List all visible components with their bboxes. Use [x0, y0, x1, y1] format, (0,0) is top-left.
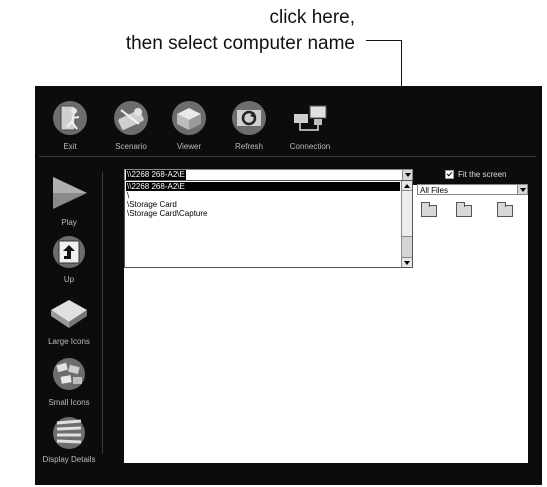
scroll-up-icon[interactable] — [402, 181, 412, 191]
fit-screen-label: Fit the screen — [458, 170, 507, 179]
path-option[interactable]: \ — [126, 191, 400, 200]
dropdown-scrollbar[interactable] — [401, 181, 412, 267]
sidebar-small-icons-label: Small Icons — [48, 398, 90, 407]
toolbar-connection-button[interactable]: Connection — [275, 86, 345, 156]
path-combobox-value: \\2268 268-A2\E — [126, 170, 186, 180]
annotation-line-2: then select computer name — [125, 33, 355, 54]
chevron-down-icon[interactable] — [517, 185, 527, 194]
sidebar-up-button[interactable]: Up — [35, 235, 103, 285]
toolbar-separator — [39, 156, 536, 157]
small-icons-icon — [53, 358, 85, 390]
sidebar-small-icons-button[interactable]: Small Icons — [35, 356, 103, 408]
toolbar-exit-label: Exit — [63, 142, 77, 151]
sidebar-display-details-button[interactable]: Display Details — [35, 415, 103, 465]
scrollbar-thumb[interactable] — [402, 191, 412, 237]
sidebar-play-label: Play — [61, 218, 77, 227]
annotation-line-1: click here, — [269, 7, 355, 28]
file-type-dropdown[interactable]: All Files — [417, 184, 528, 195]
path-dropdown-list[interactable]: \\2268 268-A2\E \ \Storage Card \Storage… — [124, 180, 413, 268]
app-window: Exit Scenario Viewer Refresh Connection … — [35, 86, 542, 485]
sidebar-large-icons-button[interactable]: Large Icons — [35, 296, 103, 348]
file-type-value: All Files — [420, 186, 449, 195]
toolbar-exit-button[interactable]: Exit — [35, 86, 105, 156]
sidebar-up-label: Up — [63, 275, 75, 284]
folder-icon[interactable] — [456, 202, 472, 217]
path-option[interactable]: \Storage Card\Capture — [126, 209, 400, 218]
sidebar-play-button[interactable]: Play — [35, 175, 103, 229]
folder-icon[interactable] — [497, 202, 513, 217]
play-icon — [53, 177, 87, 209]
viewer-icon — [172, 101, 206, 135]
annotation-leader-line — [366, 40, 402, 41]
folder-icon[interactable] — [421, 202, 437, 217]
large-icons-icon — [51, 300, 87, 328]
toolbar-refresh-label: Refresh — [234, 142, 263, 151]
path-option[interactable]: \Storage Card — [126, 200, 400, 209]
toolbar-connection-label: Connection — [289, 142, 331, 151]
exit-icon — [53, 101, 87, 135]
chevron-down-icon[interactable] — [402, 170, 412, 180]
path-option[interactable]: \\2268 268-A2\E — [126, 182, 400, 191]
connection-icon — [294, 105, 327, 131]
sidebar-separator — [102, 172, 103, 454]
scenario-icon — [114, 101, 148, 135]
scroll-down-icon[interactable] — [402, 257, 412, 267]
refresh-icon — [232, 101, 266, 135]
display-details-icon — [53, 417, 85, 449]
sidebar-large-icons-label: Large Icons — [48, 337, 90, 346]
up-folder-icon — [53, 236, 85, 268]
fit-screen-checkbox[interactable]: Fit the screen — [445, 170, 506, 180]
checkbox-check-icon[interactable] — [445, 170, 454, 180]
toolbar-refresh-button[interactable]: Refresh — [214, 86, 284, 156]
sidebar-display-details-label: Display Details — [42, 455, 96, 464]
